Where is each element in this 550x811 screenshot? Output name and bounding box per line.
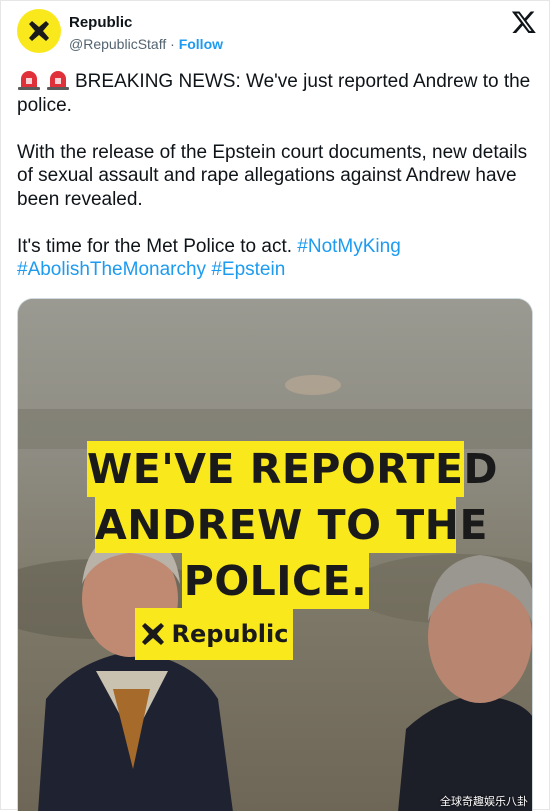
hashtag-notmyking[interactable]: #NotMyKing — [297, 236, 401, 257]
police-light-icon — [18, 71, 40, 90]
account-name[interactable]: Republic — [69, 14, 132, 31]
hashtag-abolishthemonarchy[interactable]: #AbolishTheMonarchy — [17, 259, 206, 280]
follow-button[interactable]: Follow — [179, 36, 223, 52]
tweet-paragraph-2: With the release of the Epstein court do… — [17, 141, 528, 210]
brand-tag: Republic — [135, 608, 293, 660]
republic-logo-icon — [141, 623, 164, 645]
hashtag-epstein[interactable]: #Epstein — [211, 259, 285, 280]
call-to-action-text: It's time for the Met Police to act. — [17, 235, 293, 257]
tweet-paragraph-3: It's time for the Met Police to act. #No… — [17, 235, 532, 282]
account-handle[interactable]: @RepublicStaff — [69, 36, 166, 52]
separator: · — [170, 36, 175, 52]
avatar[interactable] — [17, 9, 61, 53]
headline-line-3: POLICE. — [182, 553, 369, 609]
brand-name: Republic — [171, 620, 289, 648]
headline-line-2: ANDREW TO THE — [95, 497, 488, 553]
breaking-news-text: BREAKING NEWS: We've just reported Andre… — [17, 71, 531, 116]
account-handle-row: @RepublicStaff · Follow — [69, 36, 223, 52]
tweet-media-image[interactable]: WE'VE REPORTED ANDREW TO THE POLICE. Rep… — [17, 298, 533, 811]
x-logo-icon[interactable] — [511, 9, 537, 35]
tweet-paragraph-1: BREAKING NEWS: We've just reported Andre… — [17, 69, 532, 117]
headline-line-1: WE'VE REPORTED — [87, 441, 498, 497]
tweet-card: Republic @RepublicStaff · Follow BREAKIN… — [0, 0, 550, 811]
tweet-text: BREAKING NEWS: We've just reported Andre… — [17, 69, 532, 282]
tweet-header: Republic @RepublicStaff · Follow — [17, 9, 537, 57]
watermark-text: 全球奇趣娱乐八卦 — [440, 795, 528, 808]
police-light-icon — [47, 71, 69, 90]
republic-logo-icon — [29, 21, 49, 41]
